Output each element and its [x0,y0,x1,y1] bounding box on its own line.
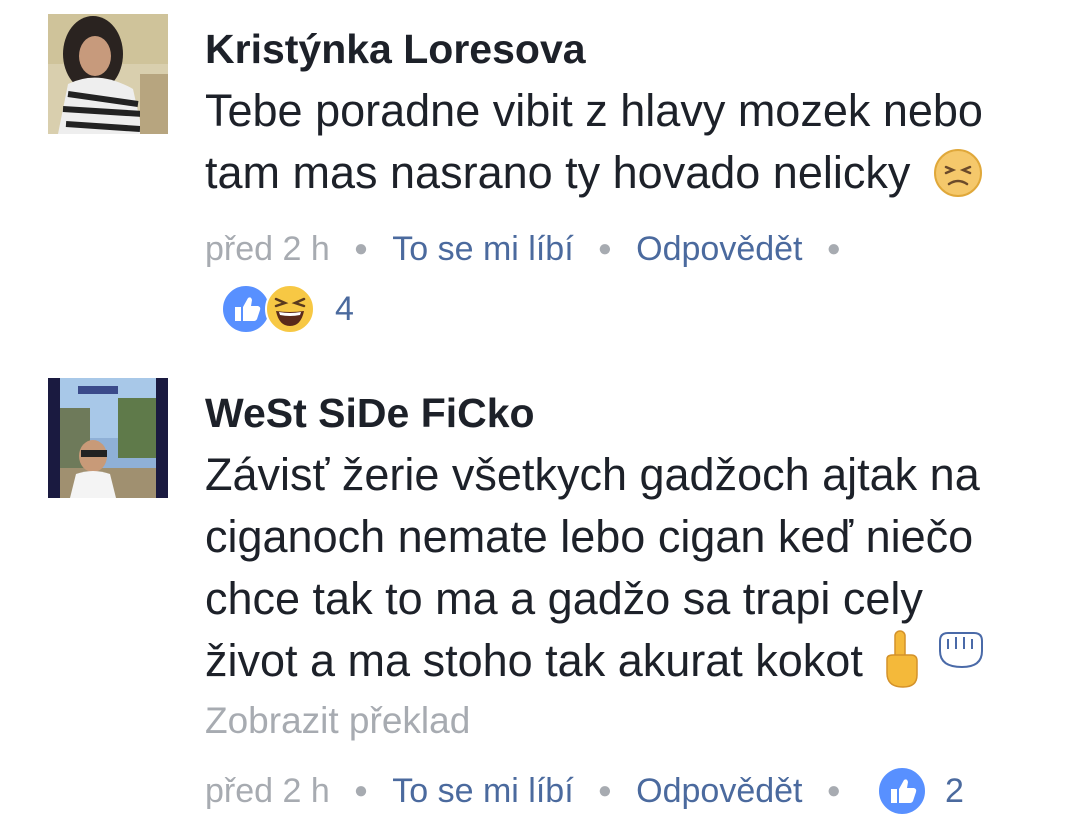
reply-button[interactable]: Odpovědět [636,766,802,816]
comment-text-line: život a ma stoho tak akurat kokot [205,630,1065,692]
reaction-count: 2 [945,772,964,810]
reaction-count: 4 [335,289,354,328]
like-button[interactable]: To se mi líbí [392,224,573,274]
separator-dot: ● [826,777,842,804]
middle-finger-emoji [886,630,919,688]
comment-time[interactable]: před 2 h [205,766,330,816]
comment-text-line-content: život a ma stoho tak akurat kokot [205,635,863,686]
separator-dot: ● [353,235,369,262]
like-icon [877,766,928,816]
separator-dot: ● [353,777,369,804]
comment-meta: před 2 h ● To se mi líbí ● Odpovědět ● 2 [205,766,1065,816]
comment-author[interactable]: WeSt SiDe FiCko [205,388,1065,438]
comment-text-line: chce tak to ma a gadžo sa trapi cely [205,573,923,624]
separator-dot: ● [597,777,613,804]
avatar[interactable] [48,14,168,134]
show-translation-link[interactable]: Zobrazit překlad [205,696,1065,746]
reactions-summary[interactable]: 2 [877,766,964,816]
comment-text-line: tam mas nasrano ty hovado nelicky [205,142,1065,204]
comment-text: Závisť žerie všetkych gadžoch ajtak na c… [205,444,1065,692]
like-button[interactable]: To se mi líbí [392,766,573,816]
comment-text: Tebe poradne vibit z hlavy mozek nebo ta… [205,80,1065,204]
separator-dot: ● [826,235,842,262]
comment-text-line-content: tam mas nasrano ty hovado nelicky [205,147,911,198]
comment-text-line: Závisť žerie všetkych gadžoch ajtak na [205,449,980,500]
like-icon [221,284,271,334]
reply-button[interactable]: Odpovědět [636,224,802,274]
comment-text-line: ciganoch nemate lebo cigan keď niečo [205,511,974,562]
comment-author[interactable]: Kristýnka Loresova [205,24,1065,74]
laughing-face-icon [265,284,315,334]
persevering-face-emoji [933,149,982,198]
separator-dot: ● [597,235,613,262]
reactions-summary[interactable]: 4 [221,284,1065,334]
comment-meta: před 2 h ● To se mi líbí ● Odpovědět ● [205,224,1065,274]
comment-time[interactable]: před 2 h [205,224,330,274]
comment-text-line: Tebe poradne vibit z hlavy mozek nebo [205,85,983,136]
fist-emoji [938,632,983,669]
avatar[interactable] [48,378,168,498]
